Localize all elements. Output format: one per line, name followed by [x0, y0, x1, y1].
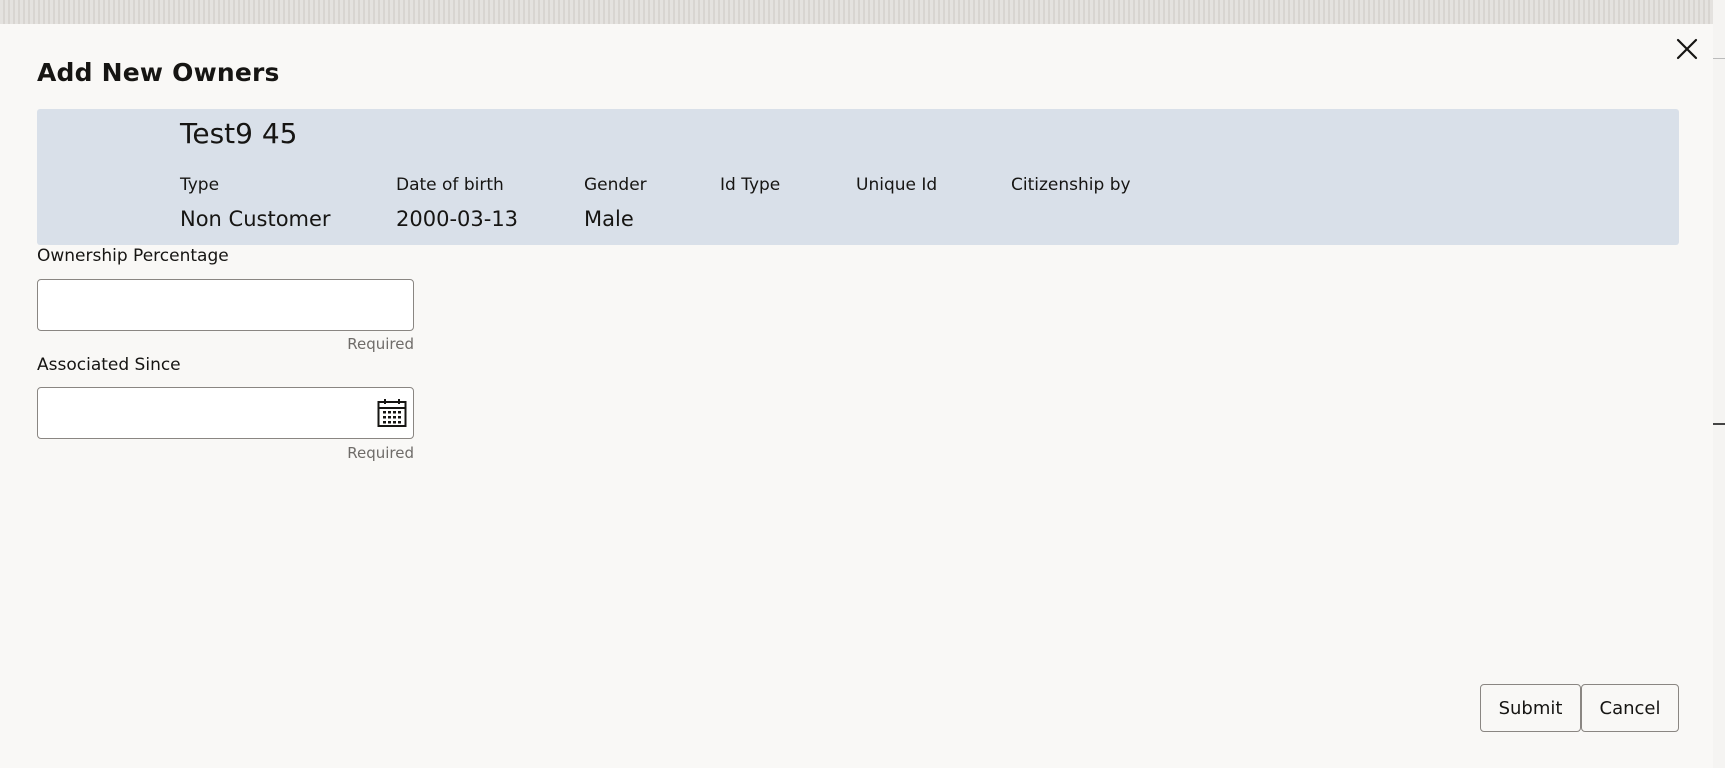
background-line — [1713, 58, 1725, 59]
summary-id-type-label: Id Type — [720, 175, 781, 195]
ownership-percentage-required-hint: Required — [347, 335, 414, 353]
close-button[interactable] — [1672, 34, 1702, 64]
owner-name: Test9 45 — [180, 117, 298, 150]
summary-dob-label: Date of birth — [396, 175, 504, 195]
date-picker-button[interactable] — [376, 396, 408, 430]
summary-gender-label: Gender — [584, 175, 647, 195]
owner-summary-card: Test9 45 Type Non Customer Date of birth… — [37, 109, 1679, 245]
add-owners-dialog: Add New Owners Test9 45 Type Non Custome… — [0, 24, 1713, 768]
background-page-edge — [1713, 0, 1725, 768]
dialog-title: Add New Owners — [37, 58, 280, 87]
cancel-button[interactable]: Cancel — [1581, 684, 1679, 732]
summary-gender-value: Male — [584, 207, 634, 231]
associated-since-input[interactable] — [37, 387, 414, 439]
ownership-percentage-input[interactable] — [37, 279, 414, 331]
summary-unique-id-label: Unique Id — [856, 175, 938, 195]
calendar-icon — [377, 399, 407, 427]
associated-since-required-hint: Required — [347, 444, 414, 462]
submit-button[interactable]: Submit — [1480, 684, 1581, 732]
background-line — [1713, 423, 1725, 425]
summary-citizenship-label: Citizenship by — [1011, 175, 1131, 195]
summary-type-label: Type — [180, 175, 220, 195]
background-strip — [0, 0, 1725, 24]
associated-since-label: Associated Since — [37, 355, 181, 375]
summary-dob-value: 2000-03-13 — [396, 207, 519, 231]
close-icon — [1676, 38, 1698, 60]
ownership-percentage-label: Ownership Percentage — [37, 246, 229, 266]
summary-type-value: Non Customer — [180, 207, 331, 231]
